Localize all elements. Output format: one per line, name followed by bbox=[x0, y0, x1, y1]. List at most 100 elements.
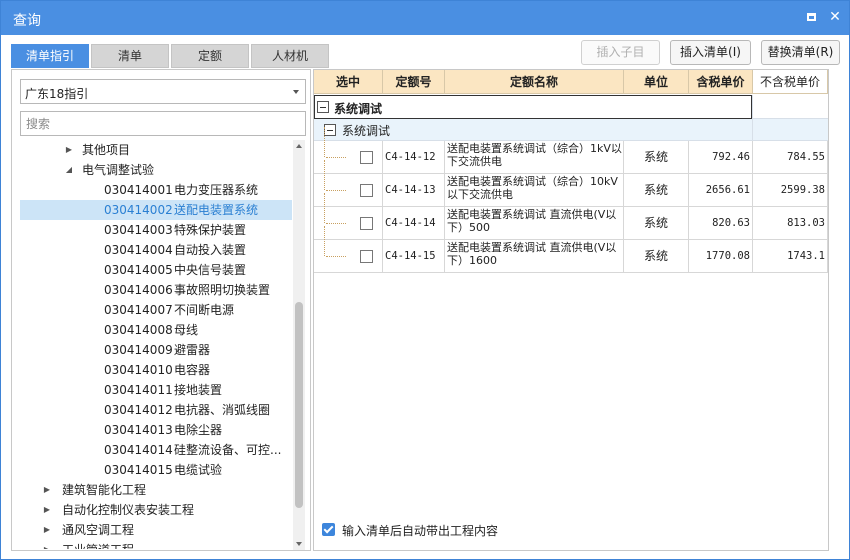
scroll-up-icon[interactable] bbox=[296, 144, 302, 148]
tree-leaf[interactable]: 030414003 特殊保护装置 bbox=[20, 220, 292, 240]
tree-leaf[interactable]: 030414009 避雷器 bbox=[20, 340, 292, 360]
group-row[interactable]: 系统调试 bbox=[314, 95, 752, 119]
table-row[interactable]: C4-14-14 送配电装置系统调试 直流供电(V以下）500 系统 820.6… bbox=[314, 193, 828, 240]
code-cell: C4-14-13 bbox=[383, 174, 445, 207]
tree-leaf-name: 母线 bbox=[174, 323, 199, 337]
expand-arrow-icon[interactable]: ▶ bbox=[42, 480, 52, 500]
tree-leaf-name: 避雷器 bbox=[174, 343, 211, 357]
subgroup-label: 系统调试 bbox=[342, 124, 391, 138]
insert-list-button[interactable]: 插入清单(I) bbox=[670, 40, 751, 65]
tree-leaf[interactable]: 030414014 硅整流设备、可控... bbox=[20, 440, 292, 460]
price-tax-cell: 792.46 bbox=[689, 141, 753, 174]
row-checkbox[interactable] bbox=[360, 217, 373, 230]
query-dialog: 查询 ✕ 清单指引 清单 定额 人材机 插入子目 插入清单(I) 替换清单(R)… bbox=[0, 0, 850, 560]
tree-leaf-name: 不间断电源 bbox=[174, 303, 235, 317]
row-checkbox[interactable] bbox=[360, 184, 373, 197]
tree-leaf[interactable]: 030414007 不间断电源 bbox=[20, 300, 292, 320]
tree-leaf-name: 接地装置 bbox=[174, 383, 223, 397]
tree-scrollbar[interactable] bbox=[293, 140, 305, 550]
tree-leaf[interactable]: 030414012 电抗器、消弧线圈 bbox=[20, 400, 292, 420]
code-cell: C4-14-12 bbox=[383, 141, 445, 174]
tree-leaf[interactable]: 030414011 接地装置 bbox=[20, 380, 292, 400]
maximize-icon[interactable] bbox=[803, 9, 819, 25]
group-label: 系统调试 bbox=[334, 102, 383, 116]
unit-cell: 系统 bbox=[624, 141, 689, 174]
scroll-down-icon[interactable] bbox=[296, 542, 302, 546]
tree-node[interactable]: ▶ 工业管道工程 bbox=[20, 540, 292, 549]
tab-list-guide[interactable]: 清单指引 bbox=[11, 44, 89, 68]
tree-node[interactable]: ▶ 其他项目 bbox=[20, 140, 292, 160]
code-cell: C4-14-14 bbox=[383, 207, 445, 240]
quota-panel: 选中 定额号 定额名称 单位 含税单价 不含税单价 系统调试 系统调试 C4-1… bbox=[313, 69, 829, 551]
table-row[interactable]: C4-14-12 送配电装置系统调试（综合）1kV以下交流供电 系统 792.4… bbox=[314, 127, 828, 174]
tree-leaf-code: 030414004 bbox=[104, 243, 173, 257]
name-cell: 送配电装置系统调试（综合）1kV以下交流供电 bbox=[445, 141, 624, 174]
title-bar: 查询 ✕ bbox=[1, 1, 849, 35]
price-notax-cell: 813.03 bbox=[753, 207, 828, 240]
scroll-thumb[interactable] bbox=[295, 302, 303, 508]
tree-node-label: 电气调整试验 bbox=[82, 163, 155, 177]
tree-leaf[interactable]: 030414001 电力变压器系统 bbox=[20, 180, 292, 200]
code-cell: C4-14-15 bbox=[383, 240, 445, 273]
expand-arrow-icon[interactable]: ▶ bbox=[42, 500, 52, 520]
price-tax-cell: 820.63 bbox=[689, 207, 753, 240]
price-notax-cell: 784.55 bbox=[753, 141, 828, 174]
tree-leaf[interactable]: 030414008 母线 bbox=[20, 320, 292, 340]
col-header-code: 定额号 bbox=[383, 70, 445, 94]
subgroup-row-ext bbox=[752, 119, 828, 141]
tree-leaf-code: 030414005 bbox=[104, 263, 173, 277]
insert-child-button[interactable]: 插入子目 bbox=[581, 40, 660, 65]
subgroup-row[interactable]: 系统调试 bbox=[314, 119, 752, 141]
auto-content-checkbox[interactable] bbox=[322, 523, 335, 536]
row-checkbox[interactable] bbox=[360, 250, 373, 263]
name-cell: 送配电装置系统调试（综合）10kV以下交流供电 bbox=[445, 174, 624, 207]
tree-node[interactable]: ▶ 自动化控制仪表安装工程 bbox=[20, 500, 292, 520]
close-icon[interactable]: ✕ bbox=[827, 9, 843, 25]
tree-leaf-code: 030414001 bbox=[104, 183, 173, 197]
price-notax-cell: 1743.1 bbox=[753, 240, 828, 273]
tree-leaf[interactable]: 030414015 电缆试验 bbox=[20, 460, 292, 480]
table-row[interactable]: C4-14-15 送配电装置系统调试 直流供电(V以下）1600 系统 1770… bbox=[314, 226, 828, 273]
guide-tree: ▶ 其他项目 ◢ 电气调整试验 030414001 电力变压器系统 0304140… bbox=[20, 139, 292, 549]
search-input[interactable] bbox=[20, 111, 306, 136]
tree-leaf-selected[interactable]: 030414002 送配电装置系统 bbox=[20, 200, 292, 220]
replace-list-button[interactable]: 替换清单(R) bbox=[761, 40, 840, 65]
tree-leaf[interactable]: 030414013 电除尘器 bbox=[20, 420, 292, 440]
auto-content-label: 输入清单后自动带出工程内容 bbox=[342, 524, 499, 538]
tab-labor-material[interactable]: 人材机 bbox=[251, 44, 329, 68]
tree-leaf-code: 030414015 bbox=[104, 463, 173, 477]
tree-leaf-name: 电力变压器系统 bbox=[174, 183, 259, 197]
tree-leaf-code: 030414002 bbox=[104, 203, 173, 217]
tree-leaf-name: 自动投入装置 bbox=[174, 243, 247, 257]
tree-node-label: 自动化控制仪表安装工程 bbox=[62, 503, 195, 517]
expand-arrow-icon[interactable]: ▶ bbox=[42, 540, 52, 549]
guide-panel: 广东18指引 ▶ 其他项目 ◢ 电气调整试验 030414001电力变压器系统 … bbox=[11, 69, 311, 551]
tree-leaf-code: 030414011 bbox=[104, 383, 173, 397]
collapse-icon[interactable] bbox=[324, 124, 336, 136]
tree-node[interactable]: ◢ 电气调整试验 bbox=[20, 160, 292, 180]
col-header-select: 选中 bbox=[314, 70, 383, 94]
expand-arrow-icon[interactable]: ▶ bbox=[42, 520, 52, 540]
tree-leaf[interactable]: 030414006 事故照明切换装置 bbox=[20, 280, 292, 300]
col-header-name: 定额名称 bbox=[445, 70, 624, 94]
collapse-arrow-icon[interactable]: ◢ bbox=[64, 160, 74, 180]
table-row[interactable]: C4-14-13 送配电装置系统调试（综合）10kV以下交流供电 系统 2656… bbox=[314, 160, 828, 207]
tree-leaf-code: 030414003 bbox=[104, 223, 173, 237]
tree-leaf-code: 030414008 bbox=[104, 323, 173, 337]
tab-quota[interactable]: 定额 bbox=[171, 44, 249, 68]
tree-leaf[interactable]: 030414010 电容器 bbox=[20, 360, 292, 380]
expand-arrow-icon[interactable]: ▶ bbox=[64, 140, 74, 160]
collapse-icon[interactable] bbox=[317, 101, 329, 113]
tree-leaf[interactable]: 030414005 中央信号装置 bbox=[20, 260, 292, 280]
tree-leaf-code: 030414006 bbox=[104, 283, 173, 297]
tree-leaf-code: 030414013 bbox=[104, 423, 173, 437]
tree-node[interactable]: ▶ 建筑智能化工程 bbox=[20, 480, 292, 500]
tree-leaf[interactable]: 030414004 自动投入装置 bbox=[20, 240, 292, 260]
tab-list[interactable]: 清单 bbox=[91, 44, 169, 68]
tree-leaf-name: 事故照明切换装置 bbox=[174, 283, 271, 297]
price-tax-cell: 2656.61 bbox=[689, 174, 753, 207]
tree-node[interactable]: ▶ 通风空调工程 bbox=[20, 520, 292, 540]
row-checkbox[interactable] bbox=[360, 151, 373, 164]
tree-node-label: 建筑智能化工程 bbox=[62, 483, 147, 497]
guide-select[interactable]: 广东18指引 bbox=[20, 79, 306, 104]
